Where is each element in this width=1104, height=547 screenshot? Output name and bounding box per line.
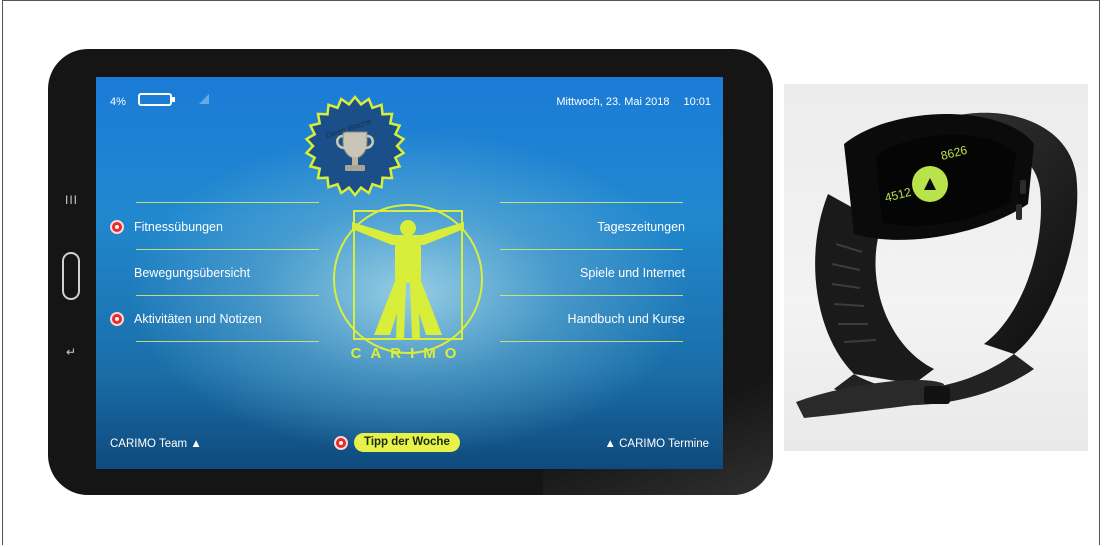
menu-item-bewegungsuebersicht[interactable]: Bewegungsübersicht <box>134 266 250 280</box>
footer-team-label: CARIMO Team <box>110 438 188 450</box>
battery-icon <box>138 93 175 106</box>
notification-dot <box>110 312 124 326</box>
menu-divider <box>136 295 319 296</box>
menu-item-handbuch-kurse[interactable]: Handbuch und Kurse <box>568 312 685 326</box>
menu-divider <box>500 249 683 250</box>
menu-item-spiele-internet[interactable]: Spiele und Internet <box>580 266 685 280</box>
fitness-tracker-icon: 8626 4512 <box>796 112 1078 418</box>
menu-item-tageszeitungen[interactable]: Tageszeitungen <box>597 220 685 234</box>
home-button[interactable] <box>62 252 80 300</box>
battery-percent: 4% <box>110 96 126 108</box>
notification-dot <box>110 220 124 234</box>
menu-divider <box>500 341 683 342</box>
footer-carimo-termine[interactable]: ▲ CARIMO Termine <box>605 438 709 450</box>
triangle-up-icon: ▲ <box>604 438 620 450</box>
menu-divider <box>136 341 319 342</box>
menu-divider <box>136 249 319 250</box>
triangle-up-icon: ▲ <box>190 438 202 450</box>
carimo-wordmark: CARIMO <box>350 345 466 362</box>
back-icon[interactable]: ↵ <box>66 345 76 359</box>
menu-item-aktivitaeten[interactable]: Aktivitäten und Notizen <box>134 312 262 326</box>
footer-carimo-team[interactable]: CARIMO Team ▲ <box>110 438 202 450</box>
signal-icon <box>199 94 209 104</box>
starburst-icon <box>304 95 406 197</box>
tipp-der-woche-button[interactable]: Tipp der Woche <box>354 433 460 452</box>
weekly-badge[interactable]: Diese Woche <box>303 94 407 198</box>
footer-termine-label: CARIMO Termine <box>619 438 709 450</box>
tablet-screen: 4% Mittwoch, 23. Mai 2018 10:01 Diese Woc… <box>96 77 723 469</box>
menu-divider <box>136 202 319 203</box>
status-time: 10:01 <box>683 96 711 108</box>
recent-apps-icon[interactable]: III <box>65 193 78 207</box>
wristband-photo: 8626 4512 <box>784 84 1088 451</box>
menu-item-fitnessuebungen[interactable]: Fitnessübungen <box>134 220 223 234</box>
status-date: Mittwoch, 23. Mai 2018 <box>556 96 670 108</box>
menu-divider <box>500 295 683 296</box>
menu-divider <box>500 202 683 203</box>
status-datetime: Mittwoch, 23. Mai 2018 10:01 <box>556 96 711 108</box>
notification-dot <box>334 436 348 450</box>
